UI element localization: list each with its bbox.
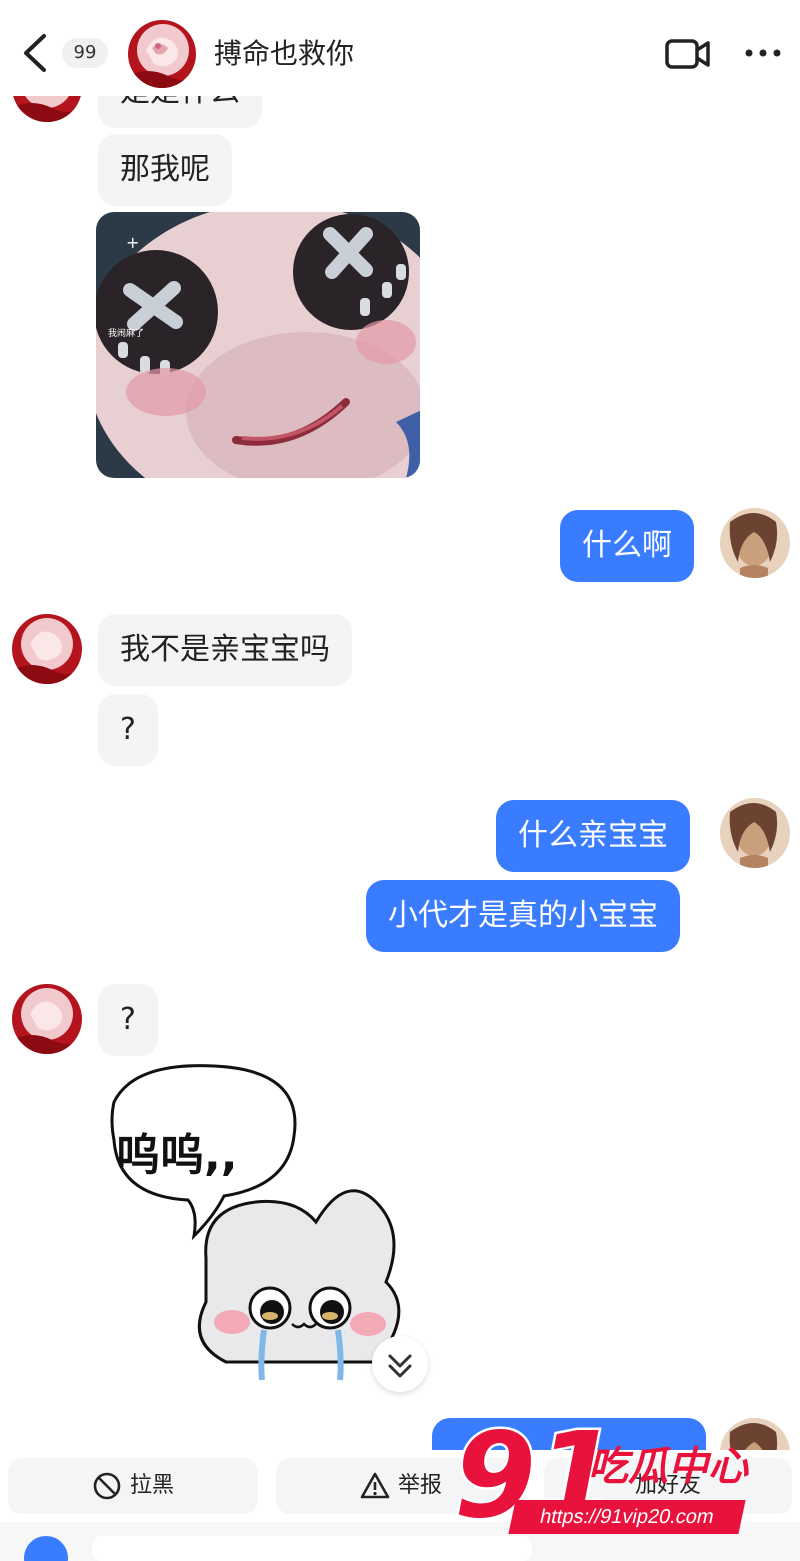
watermark-url: https://91vip20.com xyxy=(508,1500,746,1534)
image-message-doll-face[interactable]: 我闹麻了 + xyxy=(96,212,420,478)
video-call-icon xyxy=(665,39,710,69)
video-call-button[interactable] xyxy=(664,36,712,72)
contact-name[interactable]: 搏命也救你 xyxy=(214,34,354,74)
watermark-title: 吃瓜中心 xyxy=(588,1444,748,1490)
block-label: 拉黑 xyxy=(129,1473,174,1498)
scroll-to-bottom-button[interactable] xyxy=(372,1336,428,1392)
back-icon xyxy=(24,34,46,72)
chevron-double-down-icon xyxy=(388,1354,412,1378)
message-bubble[interactable]: 什么啊 xyxy=(560,510,694,582)
message-bubble[interactable]: 小代才是真的小宝宝 xyxy=(366,880,680,952)
back-button[interactable] xyxy=(18,32,52,74)
block-icon xyxy=(92,1471,122,1501)
my-avatar[interactable] xyxy=(720,798,790,868)
svg-text:+: + xyxy=(126,233,139,252)
sticker-caption: 呜呜,, xyxy=(116,1130,237,1181)
warning-icon xyxy=(360,1471,390,1501)
more-button[interactable] xyxy=(742,38,784,68)
contact-message-avatar[interactable] xyxy=(12,984,82,1054)
message-bubble[interactable]: ? xyxy=(98,694,158,766)
more-icon xyxy=(745,49,781,57)
my-avatar[interactable] xyxy=(720,508,790,578)
image-caption: 我闹麻了 xyxy=(108,327,144,339)
contact-avatar[interactable] xyxy=(128,20,196,88)
report-label: 举报 xyxy=(397,1473,442,1498)
message-bubble[interactable]: 什么亲宝宝 xyxy=(496,800,690,872)
message-bubble[interactable]: 我不是亲宝宝吗 xyxy=(98,614,352,686)
unread-count-badge[interactable]: 99 xyxy=(62,38,108,68)
message-bubble[interactable]: ? xyxy=(98,984,158,1056)
contact-message-avatar[interactable] xyxy=(12,614,82,684)
block-button[interactable]: 拉黑 xyxy=(8,1458,258,1514)
watermark: 91 吃瓜中心 https://91vip20.com xyxy=(452,1412,792,1552)
chat-header: 99 搏命也救你 xyxy=(0,0,800,96)
message-bubble[interactable]: 那我呢 xyxy=(98,134,232,206)
